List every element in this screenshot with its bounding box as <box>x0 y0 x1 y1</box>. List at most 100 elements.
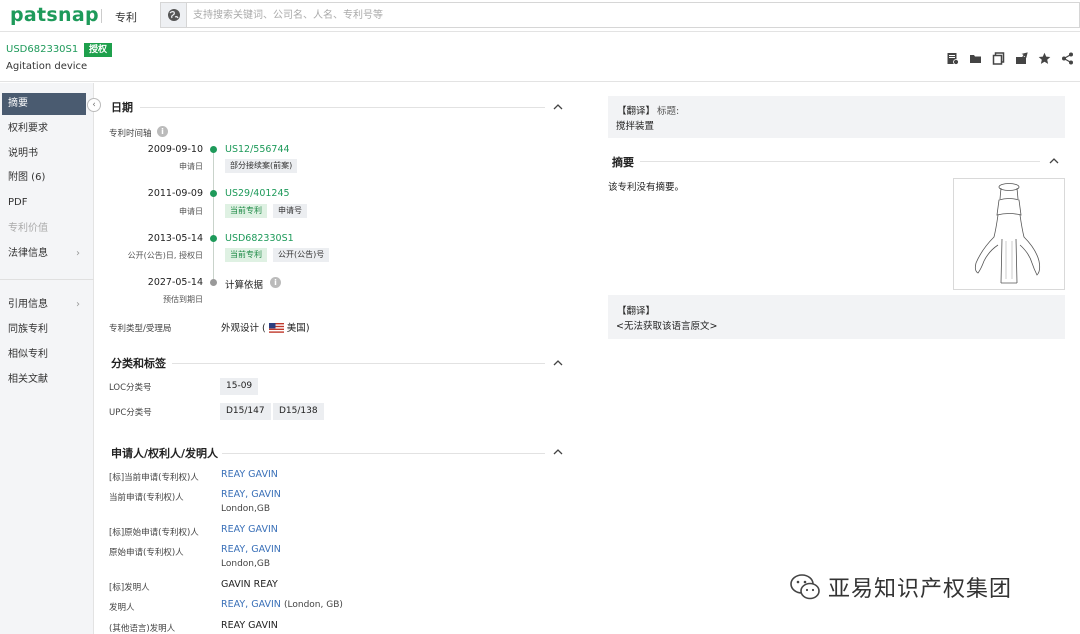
toolbar <box>946 52 1074 65</box>
divider <box>640 161 1040 162</box>
patsnap-logo[interactable]: patsnap <box>10 4 99 26</box>
party-label: [标]发明人 <box>109 583 150 593</box>
translate-label: 【翻译】 <box>617 106 656 117</box>
upc-chip[interactable]: D15/147 <box>220 403 271 420</box>
translate-text: <无法获取该语言原文> <box>616 321 718 332</box>
info-icon[interactable]: i <box>270 277 281 288</box>
divider <box>101 9 102 23</box>
patent-number: USD682330S1 <box>6 44 79 55</box>
event-tag: 申请号 <box>273 204 307 218</box>
copy-icon[interactable] <box>992 52 1005 65</box>
sidebar-item-value: 专利价值 <box>8 223 48 234</box>
type-suffix: ) <box>305 323 310 334</box>
event-tag: 当前专利 <box>225 204 267 218</box>
party-link[interactable]: REAY GAVIN <box>221 524 278 535</box>
module-selector[interactable]: 专利 <box>115 9 137 25</box>
watermark-text: 亚易知识产权集团 <box>828 577 1013 602</box>
chevron-up-icon[interactable] <box>1049 156 1059 166</box>
party-label: (其他语言)发明人 <box>109 624 176 634</box>
share-box-icon[interactable] <box>1015 52 1028 65</box>
party-value: REAY GAVIN <box>221 620 278 631</box>
globe-icon[interactable] <box>161 3 187 27</box>
abstract-text: 该专利没有摘要。 <box>608 182 685 193</box>
timeline-dot <box>210 235 217 242</box>
collapse-arrow-icon[interactable]: ‹ <box>87 98 101 112</box>
sidebar-item-citations[interactable]: 引用信息 › <box>2 294 86 316</box>
timeline-dot <box>210 190 217 197</box>
event-number-link[interactable]: USD682330S1 <box>225 233 294 244</box>
search-bar <box>160 2 1080 28</box>
party-location: London,GB <box>221 559 270 569</box>
title-translation: 搅拌装置 <box>616 121 655 132</box>
sidebar-item-pdf[interactable]: PDF <box>2 192 86 214</box>
chevron-up-icon[interactable] <box>553 102 563 112</box>
translate-label: 【翻译】 <box>617 306 656 317</box>
party-value: GAVIN REAY <box>221 579 278 590</box>
info-icon[interactable]: i <box>157 126 168 137</box>
share-icon[interactable] <box>1061 52 1074 65</box>
folder-icon[interactable] <box>969 52 982 65</box>
section-title-abstract: 摘要 <box>612 156 634 169</box>
event-sub: 申请日 <box>179 207 203 216</box>
event-number-link[interactable]: US29/401245 <box>225 188 290 199</box>
event-tag: 部分接续案(前案) <box>225 159 298 173</box>
top-bar: patsnap 专利 <box>0 0 1080 32</box>
chevron-right-icon: › <box>76 299 80 310</box>
sidebar-item-claims[interactable]: 权利要求 <box>2 118 86 140</box>
drawing-thumbnail[interactable] <box>953 178 1065 290</box>
calc-basis-label: 计算依据 <box>225 280 264 291</box>
chevron-right-icon: › <box>76 248 80 259</box>
timeline-label: 专利时间轴 <box>109 129 152 139</box>
title-translation-box: 【翻译】 标题: 搅拌装置 <box>608 96 1065 138</box>
party-label: 发明人 <box>109 603 135 613</box>
party-label: [标]当前申请(专利权)人 <box>109 473 199 483</box>
chevron-up-icon[interactable] <box>553 447 563 457</box>
divider <box>172 363 545 364</box>
timeline-dot <box>210 279 217 286</box>
sidebar-item-description[interactable]: 说明书 <box>2 143 86 165</box>
sidebar-item-related[interactable]: 相关文献 <box>2 369 86 391</box>
sidebar-item-family[interactable]: 同族专利 <box>2 319 86 341</box>
sidebar: 摘要 权利要求 说明书 附图 (6) PDF 专利价值 法律信息 › 引用信息 … <box>0 83 94 634</box>
event-sub: 公开(公告)日, 授权日 <box>127 251 203 260</box>
title-caption: 标题: <box>657 106 680 117</box>
divider <box>222 453 545 454</box>
party-label: 当前申请(专利权)人 <box>109 493 184 503</box>
party-link[interactable]: REAY, GAVIN <box>221 489 281 500</box>
event-number-link[interactable]: US12/556744 <box>225 144 290 155</box>
patent-header: USD682330S1 授权 Agitation device <box>0 33 1080 82</box>
star-icon[interactable] <box>1038 52 1051 65</box>
party-location: London,GB <box>221 504 270 514</box>
party-link[interactable]: REAY GAVIN <box>221 469 278 480</box>
section-title-dates: 日期 <box>111 101 133 114</box>
sidebar-item-legal[interactable]: 法律信息 › <box>2 243 86 265</box>
party-link[interactable]: REAY, GAVIN <box>221 599 281 610</box>
event-sub: 预估到期日 <box>163 295 203 304</box>
sidebar-item-abstract[interactable]: 摘要 <box>2 93 86 115</box>
party-link[interactable]: REAY, GAVIN <box>221 544 281 555</box>
country-text: 美国 <box>286 323 306 334</box>
section-title-parties: 申请人/权利人/发明人 <box>111 447 219 460</box>
event-sub: 申请日 <box>179 162 203 171</box>
type-label: 专利类型/受理局 <box>109 324 172 334</box>
add-note-icon[interactable] <box>946 52 959 65</box>
chevron-up-icon[interactable] <box>553 358 563 368</box>
wechat-icon <box>790 574 820 600</box>
divider <box>0 279 94 280</box>
upc-chip[interactable]: D15/138 <box>273 403 324 420</box>
sidebar-item-drawings[interactable]: 附图 (6) <box>2 167 86 189</box>
us-flag-icon <box>268 323 284 333</box>
event-date: 2009-09-10 <box>147 144 203 155</box>
timeline-line <box>213 150 214 285</box>
original-translation-box: 【翻译】 <无法获取该语言原文> <box>608 295 1065 339</box>
timeline-dot <box>210 146 217 153</box>
event-date: 2027-05-14 <box>147 277 203 288</box>
event-date: 2011-09-09 <box>147 188 203 199</box>
upc-label: UPC分类号 <box>109 408 152 418</box>
search-input[interactable] <box>193 6 1053 24</box>
loc-chip[interactable]: 15-09 <box>220 378 259 395</box>
party-label: 原始申请(专利权)人 <box>109 548 184 558</box>
party-location: (London, GB) <box>284 600 343 610</box>
sidebar-item-label: 引用信息 <box>8 299 48 310</box>
sidebar-item-similar[interactable]: 相似专利 <box>2 344 86 366</box>
